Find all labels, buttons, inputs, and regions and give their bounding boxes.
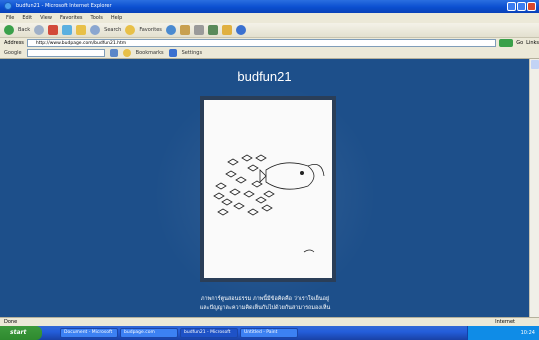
wrench-icon[interactable] [168, 49, 177, 57]
start-button[interactable]: start [0, 326, 42, 340]
page-content: budfun21 ภาพการ์ตูนสอนธรรม ภาพนี้มีข้อคิ… [0, 59, 529, 317]
address-bar: Address http://www.budpage.com/budfun21.… [0, 38, 539, 48]
maximize-icon[interactable] [517, 2, 526, 11]
menu-file[interactable]: File [6, 15, 14, 21]
menu-bar: File Edit View Favorites Tools Help [0, 13, 539, 23]
go-arrow-icon[interactable] [499, 39, 514, 47]
search-icon[interactable] [90, 25, 101, 35]
window-title: budfun21 - Microsoft Internet Explorer [16, 3, 112, 9]
refresh-icon[interactable] [62, 25, 73, 35]
google-search-input[interactable] [26, 49, 105, 57]
edit-icon[interactable] [207, 25, 218, 35]
status-bar: Done Internet [0, 317, 539, 326]
security-zone: Internet [495, 319, 515, 325]
favorites-star-icon[interactable] [125, 25, 136, 35]
search-button-label[interactable]: Search [104, 27, 121, 33]
ie-logo-icon [4, 2, 12, 10]
page-title: budfun21 [237, 69, 292, 84]
standard-toolbar: Back Search Favorites [0, 23, 539, 38]
links-label[interactable]: Links [526, 40, 539, 46]
caption-line-2: และปัญญาละความคิดเห็นกับไปด้วยกันสามารถม… [199, 305, 331, 311]
back-arrow-icon[interactable] [4, 25, 14, 35]
scroll-up-arrow-icon[interactable] [531, 60, 539, 69]
print-icon[interactable] [193, 25, 204, 35]
home-icon[interactable] [76, 25, 87, 35]
bookmarks-label[interactable]: Bookmarks [136, 50, 164, 56]
menu-favorites[interactable]: Favorites [60, 15, 83, 21]
windows-taskbar: start Document - Microsoft budpage.com b… [0, 326, 539, 340]
minimize-icon[interactable] [507, 2, 516, 11]
taskbar-item[interactable]: Untitled - Paint [240, 328, 298, 338]
cartoon-frame [200, 96, 336, 282]
fish-cartoon-image [204, 100, 332, 278]
address-label: Address [4, 40, 24, 46]
google-toolbar: Google Bookmarks Settings [0, 48, 539, 59]
back-button-label[interactable]: Back [18, 27, 30, 33]
address-input[interactable]: http://www.budpage.com/budfun21.htm [26, 39, 497, 47]
history-icon[interactable] [165, 25, 176, 35]
forward-arrow-icon[interactable] [34, 25, 45, 35]
settings-label[interactable]: Settings [182, 50, 203, 56]
menu-edit[interactable]: Edit [22, 15, 32, 21]
system-tray-clock: 10:24 [467, 326, 539, 340]
stop-icon[interactable] [48, 25, 59, 35]
status-text: Done [4, 319, 18, 325]
bookmark-star-icon[interactable] [122, 49, 131, 57]
folder-icon[interactable] [221, 25, 232, 35]
taskbar-item[interactable]: budpage.com [120, 328, 178, 338]
google-label: Google [4, 50, 22, 56]
window-controls [507, 2, 536, 11]
taskbar-item[interactable]: Document - Microsoft [60, 328, 118, 338]
taskbar-item-active[interactable]: budfun21 - Microsoft [180, 328, 238, 338]
taskbar-buttons: Document - Microsoft budpage.com budfun2… [60, 328, 298, 338]
caption-line-1: ภาพการ์ตูนสอนธรรม ภาพนี้มีข้อคิดคือ ว่าเ… [200, 296, 330, 302]
go-button-label[interactable]: Go [516, 40, 523, 46]
vertical-scrollbar[interactable] [529, 59, 539, 317]
cartoon-caption: ภาพการ์ตูนสอนธรรม ภาพนี้มีข้อคิดคือ ว่าเ… [120, 295, 410, 313]
favorites-button-label[interactable]: Favorites [139, 27, 162, 33]
menu-help[interactable]: Help [111, 15, 122, 21]
mail-icon[interactable] [179, 25, 190, 35]
menu-tools[interactable]: Tools [91, 15, 103, 21]
messenger-icon[interactable] [235, 25, 246, 35]
window-title-bar[interactable]: budfun21 - Microsoft Internet Explorer [0, 0, 539, 13]
close-icon[interactable] [527, 2, 536, 11]
menu-view[interactable]: View [40, 15, 52, 21]
google-search-icon[interactable] [109, 49, 118, 57]
